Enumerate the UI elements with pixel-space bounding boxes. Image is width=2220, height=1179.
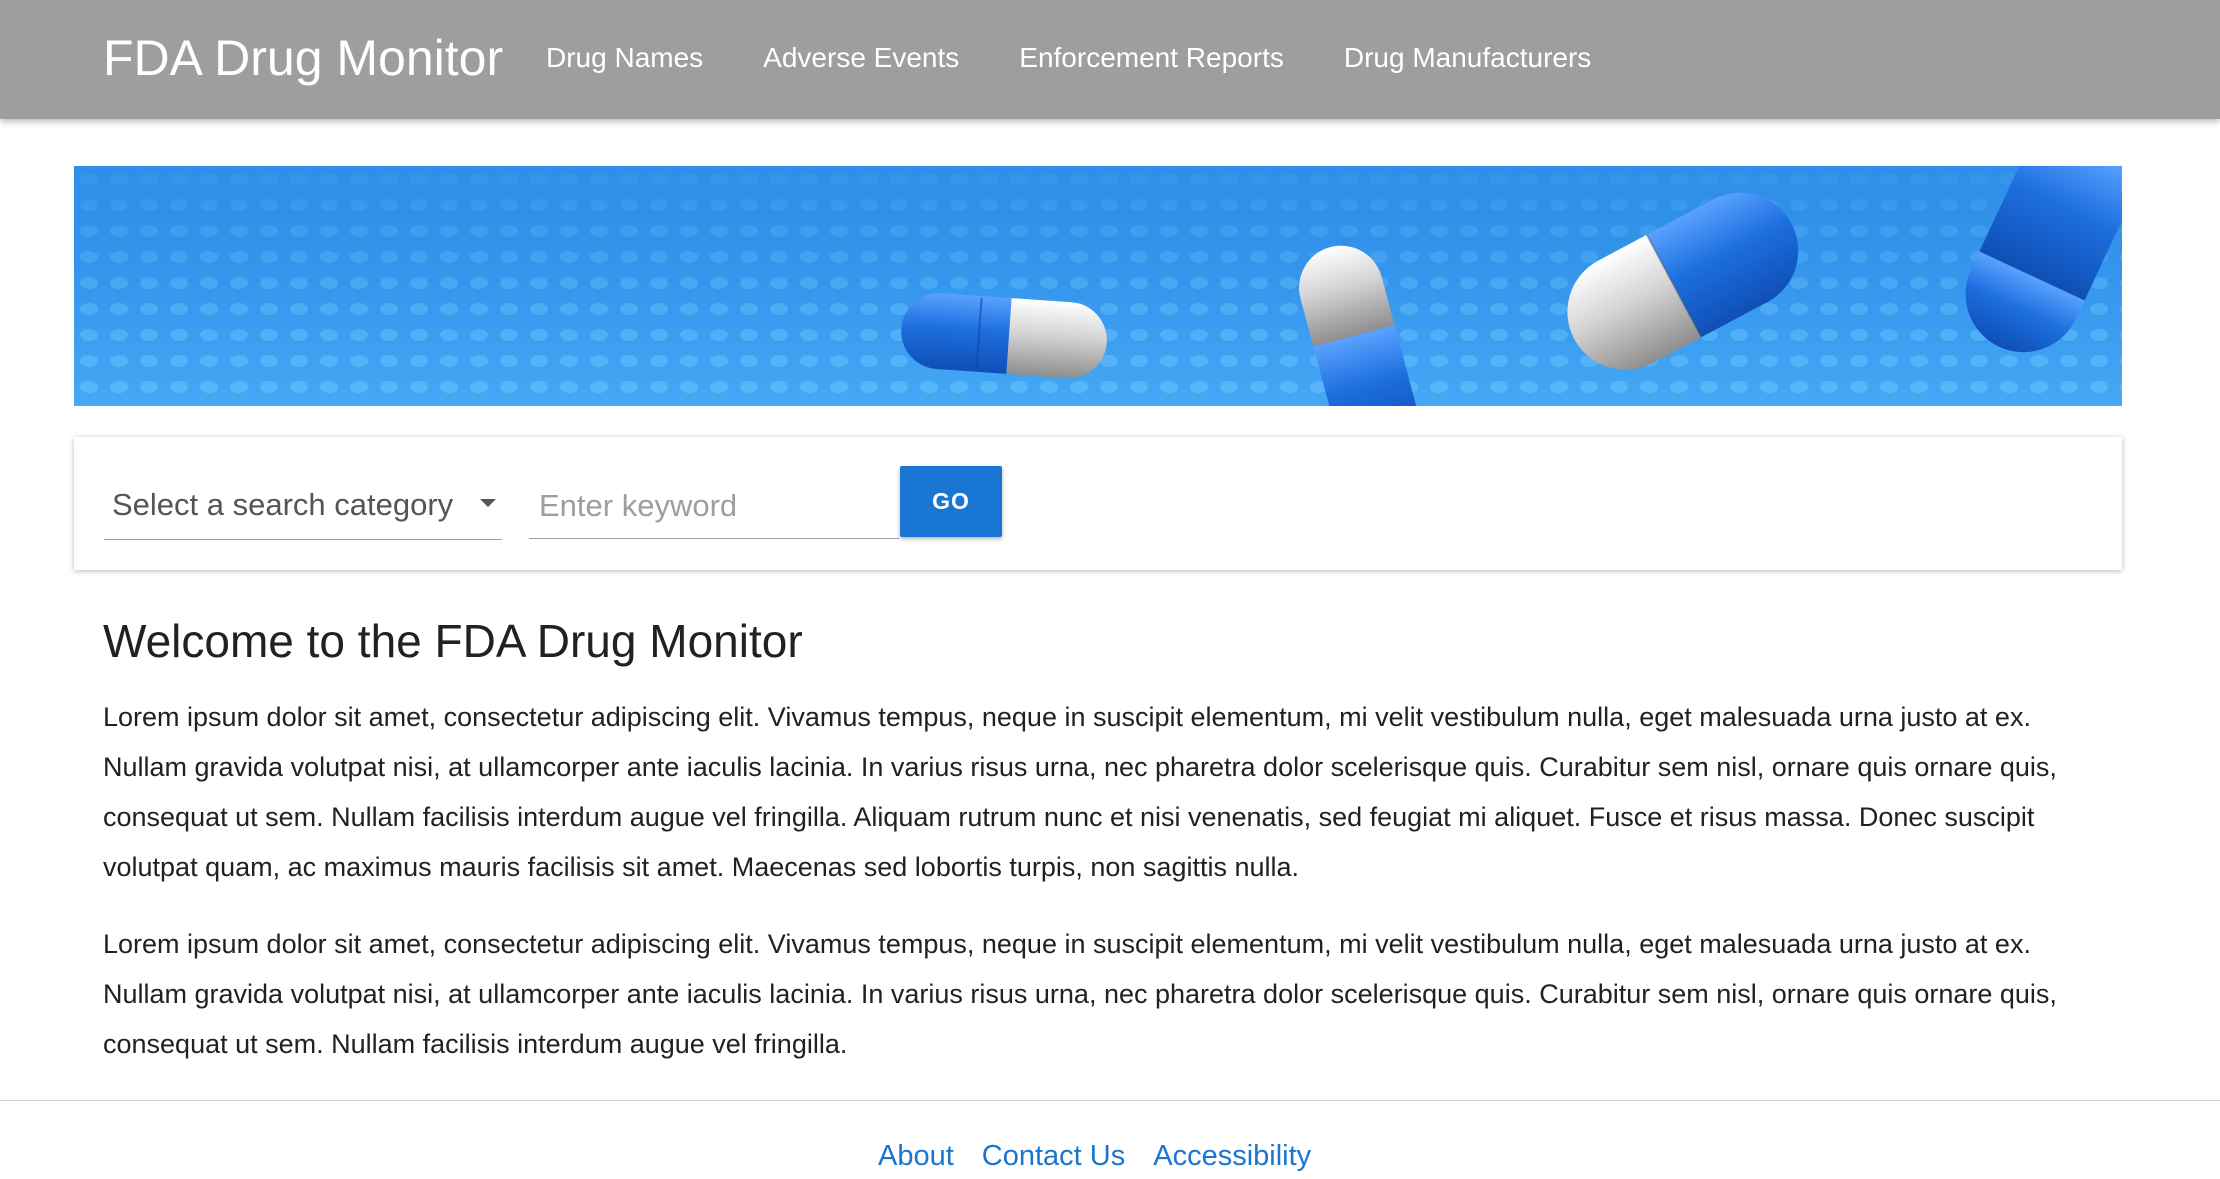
nav-adverse-events[interactable]: Adverse Events [763,38,959,78]
footer-link-about[interactable]: About [878,1136,954,1176]
main-nav: Drug Names Adverse Events Enforcement Re… [546,38,1591,78]
intro-paragraph: Lorem ipsum dolor sit amet, consectetur … [103,702,2057,882]
intro-paragraph: Lorem ipsum dolor sit amet, consectetur … [103,929,2057,1059]
nav-drug-manufacturers[interactable]: Drug Manufacturers [1344,38,1591,78]
hero-banner-image [74,166,2122,406]
keyword-input[interactable] [529,473,899,539]
top-navigation-bar: FDA Drug Monitor Drug Names Adverse Even… [0,0,2220,119]
search-panel: Select a search category GO [74,437,2122,570]
footer-links: About Contact Us Accessibility [878,1136,1311,1176]
nav-enforcement-reports[interactable]: Enforcement Reports [1019,38,1284,78]
brand-title[interactable]: FDA Drug Monitor [103,28,503,88]
search-category-select[interactable]: Select a search category [104,473,502,540]
nav-drug-names[interactable]: Drug Names [546,38,703,78]
capsules-illustration [74,166,2122,406]
footer-link-accessibility[interactable]: Accessibility [1153,1136,1311,1176]
caret-down-icon[interactable] [480,499,496,507]
go-button[interactable]: GO [900,466,1002,537]
page-title: Welcome to the FDA Drug Monitor [103,615,803,667]
footer-link-contact-us[interactable]: Contact Us [982,1136,1125,1176]
footer-divider [0,1100,2220,1101]
search-category-label: Select a search category [112,487,454,522]
